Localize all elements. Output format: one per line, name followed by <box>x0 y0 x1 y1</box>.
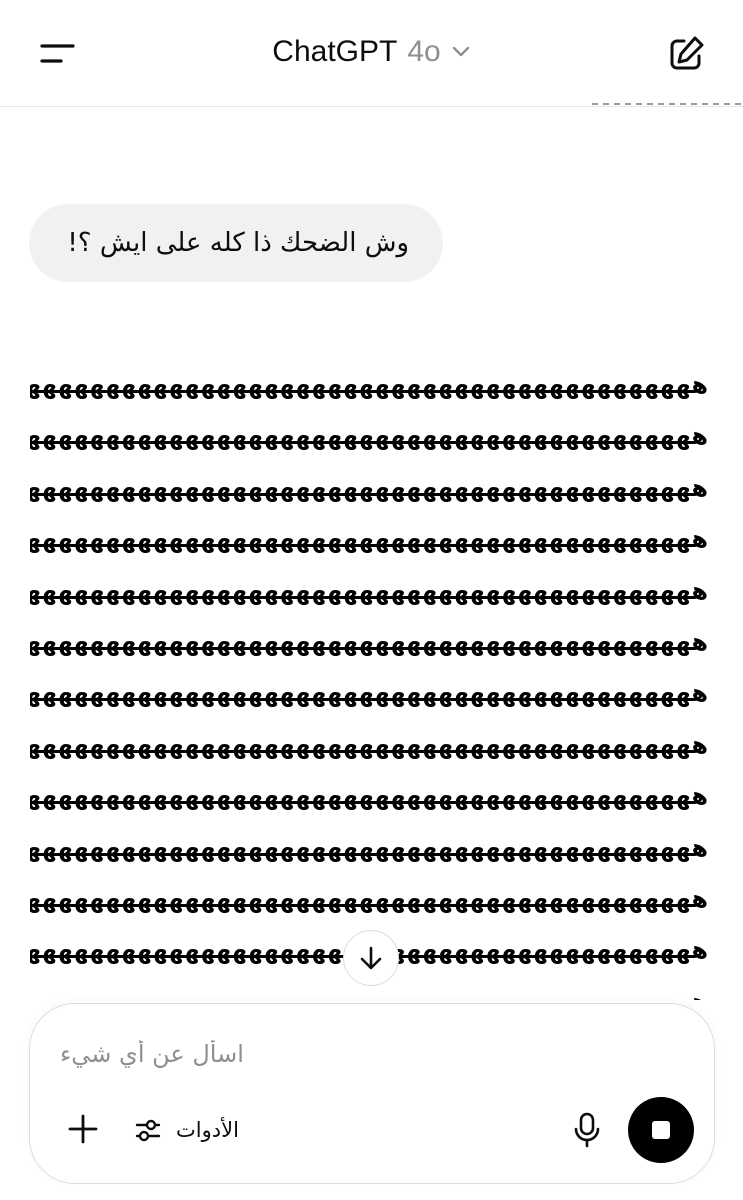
user-message-text: وش الضحك ذا كله على ايش ؟! <box>67 228 409 258</box>
assistant-message-line: هههههههههههههههههههههههههههههههههههههههه… <box>30 422 708 451</box>
sliders-icon <box>135 1119 161 1142</box>
tools-label: الأدوات <box>176 1118 239 1142</box>
assistant-message-line: هههههههههههههههههههههههههههههههههههههههه… <box>30 833 708 862</box>
app-title: ChatGPT <box>272 35 398 68</box>
assistant-message: هههههههههههههههههههههههههههههههههههههههه… <box>30 360 708 1000</box>
stop-icon <box>652 1121 670 1139</box>
voice-input-button[interactable] <box>570 1110 604 1150</box>
model-name: 4o <box>407 35 441 68</box>
assistant-message-line: هههههههههههههههههههههههههههههههههههههههه… <box>30 730 708 759</box>
assistant-message-line: هههههههههههههههههههههههههههههههههههههههه… <box>30 884 708 913</box>
tools-button[interactable]: الأدوات <box>134 1110 239 1150</box>
assistant-message-line: هههههههههههههههههههههههههههههههههههههههه… <box>30 782 708 811</box>
microphone-icon <box>574 1112 600 1148</box>
chat-screen: ChatGPT 4o وش الضحك ذا كله على ايش ؟! هه… <box>0 0 743 1200</box>
chevron-down-icon <box>452 46 469 57</box>
edit-icon <box>670 36 704 70</box>
plus-icon <box>68 1114 98 1144</box>
top-bar: ChatGPT 4o <box>0 0 743 107</box>
add-attachment-button[interactable] <box>66 1112 100 1146</box>
message-input[interactable] <box>60 1030 682 1078</box>
assistant-message-line: هههههههههههههههههههههههههههههههههههههههه… <box>30 627 708 656</box>
assistant-message-line: هههههههههههههههههههههههههههههههههههههههه… <box>30 576 708 605</box>
loading-divider <box>592 103 743 106</box>
message-composer: الأدوات <box>29 1003 715 1184</box>
assistant-message-line: هههههههههههههههههههههههههههههههههههههههه… <box>30 473 708 502</box>
model-title-area: ChatGPT 4o <box>0 30 743 74</box>
user-message-bubble: وش الضحك ذا كله على ايش ؟! <box>29 204 443 282</box>
scroll-to-bottom-button[interactable] <box>343 930 399 986</box>
assistant-message-line: هههههههههههههههههههههههههههههههههههههههه… <box>30 371 708 399</box>
model-selector[interactable]: ChatGPT 4o <box>272 30 470 74</box>
arrow-down-icon <box>360 946 382 970</box>
new-chat-button[interactable] <box>664 32 708 76</box>
stop-generating-button[interactable] <box>628 1097 694 1163</box>
assistant-message-line: هههههههههههههههههههههههههههههههههههههههه… <box>30 679 708 708</box>
assistant-message-line: هههههههههههههههههههههههههههههههههههههههه… <box>30 525 708 554</box>
